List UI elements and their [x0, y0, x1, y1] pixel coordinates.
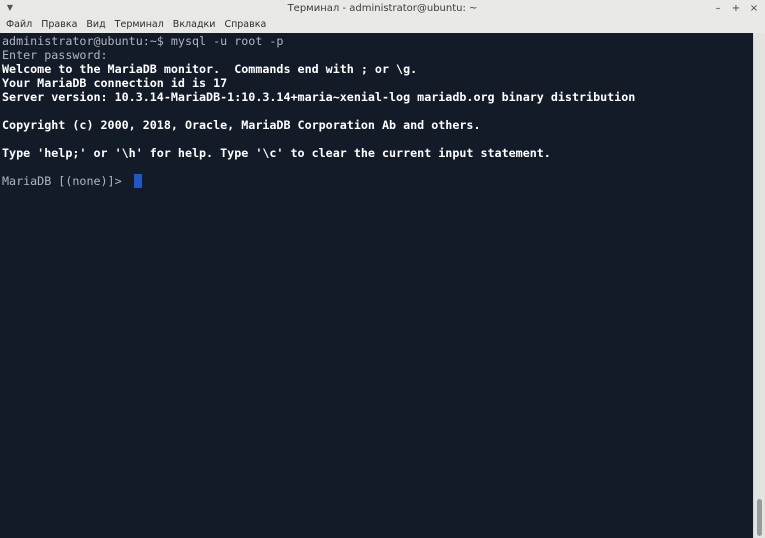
- terminal-line-copyright: Copyright (c) 2000, 2018, Oracle, MariaD…: [2, 118, 481, 132]
- menu-edit[interactable]: Правка: [38, 17, 83, 33]
- title-bar[interactable]: ▼ Терминал - administrator@ubuntu: ~ – +…: [0, 0, 765, 18]
- menu-terminal[interactable]: Терминал: [112, 17, 170, 33]
- menu-file[interactable]: Файл: [3, 17, 38, 33]
- menu-bar: Файл Правка Вид Терминал Вкладки Справка: [0, 17, 765, 33]
- window-title: Терминал - administrator@ubuntu: ~: [287, 3, 478, 14]
- terminal-line-help-hint: Type 'help;' or '\h' for help. Type '\c'…: [2, 146, 551, 160]
- menu-tabs[interactable]: Вкладки: [170, 17, 222, 33]
- terminal-line-command: administrator@ubuntu:~$ mysql -u root -p: [2, 34, 284, 48]
- terminal-line-password-prompt: Enter password:: [2, 48, 108, 62]
- terminal-window: ▼ Терминал - administrator@ubuntu: ~ – +…: [0, 0, 765, 538]
- terminal-scrollbar[interactable]: [753, 33, 765, 538]
- terminal-line-welcome: Welcome to the MariaDB monitor. Commands…: [2, 62, 418, 76]
- maximize-icon[interactable]: +: [731, 0, 741, 17]
- terminal-output[interactable]: administrator@ubuntu:~$ mysql -u root -p…: [0, 33, 753, 538]
- close-icon[interactable]: ×: [749, 0, 759, 17]
- menu-view[interactable]: Вид: [83, 17, 111, 33]
- terminal-line-server-version: Server version: 10.3.14-MariaDB-1:10.3.1…: [2, 90, 636, 104]
- menu-help[interactable]: Справка: [221, 17, 272, 33]
- scrollbar-thumb[interactable]: [757, 499, 762, 536]
- minimize-icon[interactable]: –: [713, 0, 723, 17]
- terminal-line-connection-id: Your MariaDB connection id is 17: [2, 76, 228, 90]
- terminal-cursor: [134, 174, 142, 188]
- terminal-line-mariadb-prompt: MariaDB [(none)]>: [2, 174, 129, 188]
- window-controls: – + ×: [713, 0, 759, 17]
